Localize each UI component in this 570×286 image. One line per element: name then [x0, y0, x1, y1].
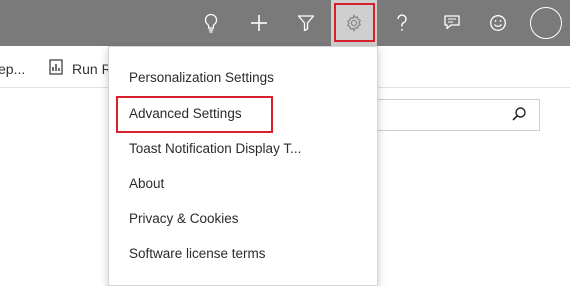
filter-icon[interactable] — [295, 0, 317, 46]
top-navigation-bar — [0, 0, 570, 46]
help-icon[interactable] — [392, 0, 412, 46]
search-icon[interactable] — [511, 106, 527, 127]
lightbulb-icon[interactable] — [198, 0, 224, 46]
menu-item-about[interactable]: About — [129, 176, 164, 191]
menu-item-software-license-terms[interactable]: Software license terms — [129, 246, 266, 261]
settings-highlight-box — [334, 3, 375, 42]
avatar-icon[interactable] — [530, 7, 562, 39]
menu-item-personalization-settings[interactable]: Personalization Settings — [129, 70, 274, 85]
run-report-button[interactable]: Run R — [72, 61, 112, 77]
advanced-settings-highlight-box — [116, 96, 273, 133]
command-item-truncated[interactable]: ep... — [0, 61, 25, 77]
plus-icon[interactable] — [247, 0, 271, 46]
menu-item-toast-notification-display[interactable]: Toast Notification Display T... — [129, 141, 301, 156]
menu-item-privacy-cookies[interactable]: Privacy & Cookies — [129, 211, 239, 226]
report-icon — [49, 59, 63, 80]
smiley-icon[interactable] — [487, 0, 509, 46]
feedback-icon[interactable] — [440, 0, 464, 46]
